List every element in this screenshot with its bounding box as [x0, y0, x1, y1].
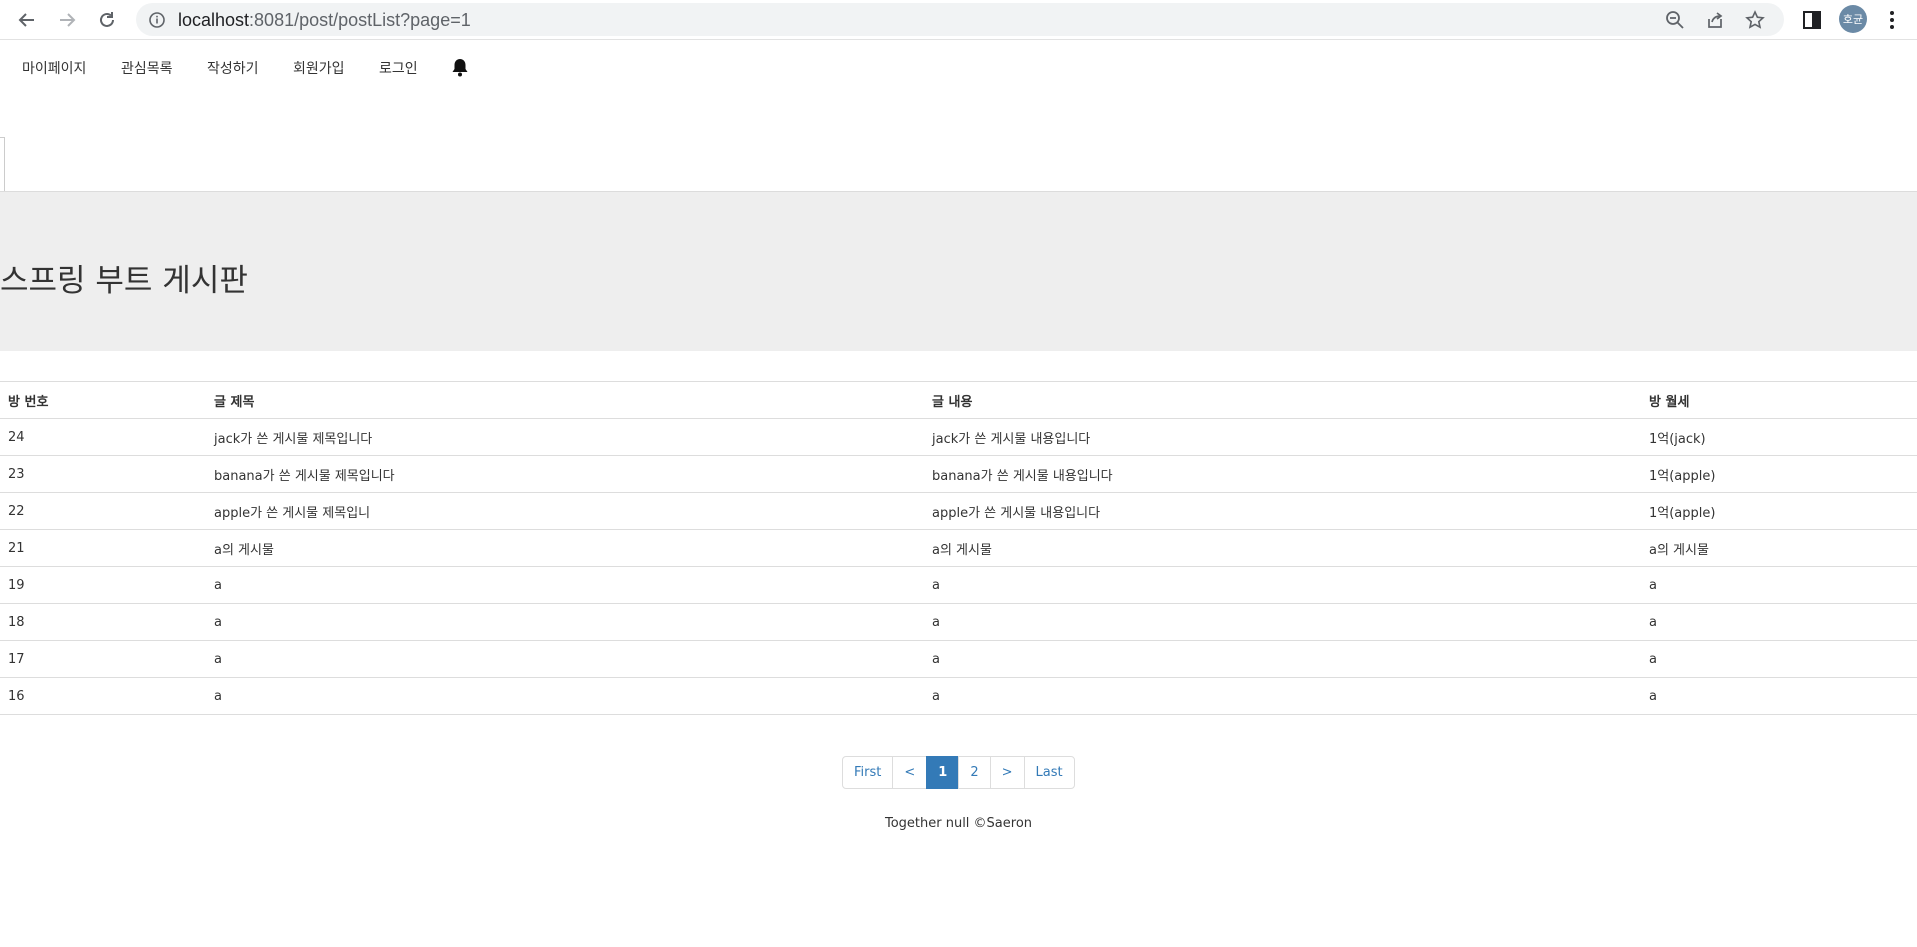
- site-navbar: 마이페이지 관심목록 작성하기 회원가입 로그인: [0, 41, 1917, 93]
- jumbotron: 스프링 부트 게시판: [0, 191, 1917, 351]
- cell-room-number: 19: [0, 566, 206, 604]
- posts-table: 방 번호 글 제목 글 내용 방 월세 24 jack가 쓴 게시물 제목입니다…: [0, 381, 1917, 715]
- page-title: 스프링 부트 게시판: [0, 263, 248, 299]
- browser-toolbar: localhost:8081/post/postList?page=1 호균: [0, 0, 1917, 40]
- profile-avatar[interactable]: 호균: [1839, 5, 1867, 33]
- table-row[interactable]: 19 a a a: [0, 566, 1917, 604]
- cell-content: a: [924, 603, 1641, 641]
- cell-content: a의 게시물: [924, 529, 1641, 567]
- cell-content: banana가 쓴 게시물 내용입니다: [924, 455, 1641, 493]
- site-info-icon[interactable]: [148, 11, 166, 33]
- url-text: localhost:8081/post/postList?page=1: [178, 10, 471, 31]
- pagination: First < 1 2 > Last: [842, 756, 1075, 789]
- col-header-content: 글 내용: [924, 381, 1641, 419]
- cell-title[interactable]: a: [206, 640, 924, 678]
- cell-room-number: 24: [0, 418, 206, 456]
- cell-room-number: 16: [0, 677, 206, 715]
- cell-content: a: [924, 566, 1641, 604]
- cell-title[interactable]: a: [206, 566, 924, 604]
- cell-room-number: 21: [0, 529, 206, 567]
- col-header-rent: 방 월세: [1641, 381, 1917, 419]
- cell-title[interactable]: banana가 쓴 게시물 제목입니다: [206, 455, 924, 493]
- cell-rent: 1억(apple): [1641, 492, 1917, 530]
- cell-content: apple가 쓴 게시물 내용입니다: [924, 492, 1641, 530]
- cell-room-number: 23: [0, 455, 206, 493]
- cell-rent: a의 게시물: [1641, 529, 1917, 567]
- table-row[interactable]: 22 apple가 쓴 게시물 제목입니 apple가 쓴 게시물 내용입니다 …: [0, 492, 1917, 530]
- pagination-page-1[interactable]: 1: [926, 756, 960, 789]
- bell-icon[interactable]: [451, 57, 469, 81]
- cell-room-number: 18: [0, 603, 206, 641]
- cell-title[interactable]: a의 게시물: [206, 529, 924, 567]
- pagination-next[interactable]: >: [989, 756, 1025, 789]
- table-row[interactable]: 23 banana가 쓴 게시물 제목입니다 banana가 쓴 게시물 내용입…: [0, 455, 1917, 493]
- col-header-title: 글 제목: [206, 381, 924, 419]
- cell-rent: 1억(apple): [1641, 455, 1917, 493]
- table-row[interactable]: 24 jack가 쓴 게시물 제목입니다 jack가 쓴 게시물 내용입니다 1…: [0, 418, 1917, 456]
- nav-mypage[interactable]: 마이페이지: [22, 58, 86, 78]
- cell-room-number: 22: [0, 492, 206, 530]
- table-row[interactable]: 16 a a a: [0, 677, 1917, 715]
- menu-kebab-icon[interactable]: [1880, 8, 1904, 32]
- cell-content: a: [924, 640, 1641, 678]
- cell-rent: a: [1641, 677, 1917, 715]
- url-path: :8081/post/postList?page=1: [249, 10, 471, 30]
- col-header-room-number: 방 번호: [0, 381, 206, 419]
- table-row[interactable]: 18 a a a: [0, 603, 1917, 641]
- cell-title[interactable]: apple가 쓴 게시물 제목입니: [206, 492, 924, 530]
- cell-title[interactable]: a: [206, 603, 924, 641]
- pagination-page-2[interactable]: 2: [958, 756, 991, 789]
- cell-title[interactable]: a: [206, 677, 924, 715]
- cell-rent: a: [1641, 603, 1917, 641]
- nav-login[interactable]: 로그인: [379, 58, 418, 78]
- pagination-first[interactable]: First: [842, 756, 894, 789]
- nav-watchlist[interactable]: 관심목록: [121, 58, 173, 78]
- cell-rent: a: [1641, 640, 1917, 678]
- nav-write[interactable]: 작성하기: [207, 58, 259, 78]
- share-icon[interactable]: [1705, 10, 1725, 30]
- zoom-icon[interactable]: [1665, 10, 1685, 30]
- cell-rent: a: [1641, 566, 1917, 604]
- reload-icon[interactable]: [93, 6, 121, 34]
- pagination-last[interactable]: Last: [1023, 756, 1075, 789]
- pagination-prev[interactable]: <: [892, 756, 928, 789]
- cell-title[interactable]: jack가 쓴 게시물 제목입니다: [206, 418, 924, 456]
- cell-rent: 1억(jack): [1641, 418, 1917, 456]
- side-panel-icon[interactable]: [1800, 8, 1824, 32]
- url-host: localhost: [178, 10, 250, 30]
- table-row[interactable]: 21 a의 게시물 a의 게시물 a의 게시물: [0, 529, 1917, 567]
- table-row[interactable]: 17 a a a: [0, 640, 1917, 678]
- back-icon[interactable]: [13, 6, 41, 34]
- nav-signup[interactable]: 회원가입: [293, 58, 345, 78]
- bookmark-star-icon[interactable]: [1745, 10, 1765, 30]
- footer-text: Together null ©Saeron: [884, 816, 1033, 831]
- cell-content: a: [924, 677, 1641, 715]
- forward-icon[interactable]: [53, 6, 81, 34]
- cell-room-number: 17: [0, 640, 206, 678]
- cell-content: jack가 쓴 게시물 내용입니다: [924, 418, 1641, 456]
- table-header-row: 방 번호 글 제목 글 내용 방 월세: [0, 381, 1917, 419]
- address-bar[interactable]: localhost:8081/post/postList?page=1: [136, 3, 1784, 36]
